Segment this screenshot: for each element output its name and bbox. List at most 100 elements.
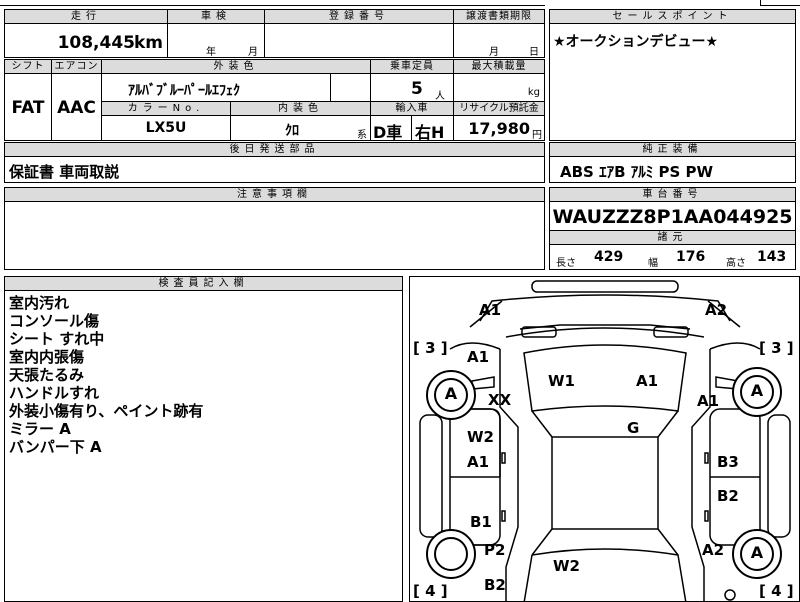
color-no-cell: LX5U [101,115,231,141]
import-cell: D車 [370,115,412,141]
exterior-cell: ｱﾙﾊﾞﾌﾞﾙｰﾊﾟｰﾙｴﾌｪｸ [101,73,331,102]
tire-tread-front-right-value: 3 [771,339,782,357]
mileage-header: 走行 [4,9,168,24]
parts-cell: 保証書 車両取説 [4,156,545,183]
registration-cell [264,23,454,58]
length-label: 長さ [556,258,576,269]
inspector-line: バンパー下 A [9,438,102,456]
inspection-month-unit: 月 [248,47,258,58]
top-cutoff-strip [0,0,545,6]
inspector-line: 天張たるみ [9,366,85,384]
ac-cell: AAC [51,73,102,141]
wheel-rear-left-rim [434,537,468,571]
tire-tread-front-left: [ 3 ] [413,339,448,357]
inspection-header: 車検 [167,9,265,24]
sales-point-cell: ★オークションデビュー★ [549,23,796,141]
wheel-rear-right-grade: A [750,543,764,562]
import-value: D車 [373,123,403,141]
capacity-value: 5 [411,79,423,99]
transfer-header: 譲渡書類期限 [453,9,545,24]
registration-header: 登録番号 [264,9,454,24]
mark-front-bumper-right: A2 [705,301,728,319]
interior-suffix: 系 [357,130,367,141]
tire-tread-rear-left-value: 4 [425,582,436,600]
mark-quarter-right: A2 [702,541,725,559]
max-load-cell: kg [453,73,545,102]
wheel-front-left-grade: A [444,384,458,403]
mark-front-door-left-w: W2 [467,428,494,446]
max-load-header: 最大積載量 [453,59,545,74]
import-header: 輸入車 [370,101,454,116]
mileage-unit: km [133,33,163,53]
dimensions-cell: 長さ 429 幅 176 高さ 143 [549,244,796,270]
equipment-text: ABS ｴｱB ｱﾙﾐ PS PW [560,163,714,181]
mark-rear-bumper-left: B2 [484,576,506,594]
mileage-cell: 108,445 km [4,23,168,58]
inspection-year-unit: 年 [206,47,216,58]
inspector-line: 外装小傷有り、ペイント跡有 [9,402,204,420]
tire-tread-front-left-value: 3 [425,339,436,357]
shift-cell: FAT [4,73,52,141]
tire-tread-rear-right-value: 4 [771,582,782,600]
length-value: 429 [594,249,624,265]
mark-front-bumper-left: A1 [479,301,502,319]
chassis-value: WAUZZZ8P1AA044925 [552,206,793,228]
width-label: 幅 [648,258,658,269]
inspector-lines: 室内汚れ コンソール傷 シート すれ中 室内内張傷 天張たるみ ハンドルすれ 外… [9,294,203,456]
wheel-rear-left [426,529,476,579]
mark-front-door-right: B3 [717,453,739,471]
color-no-value: LX5U [145,120,187,136]
mark-fender-right: A1 [697,392,720,410]
exterior-header: 外装色 [101,59,371,74]
inspector-line: 室内内張傷 [9,348,85,366]
transfer-month-unit: 月 [489,47,499,58]
recycle-value: 17,980 [468,119,530,138]
inspector-header: 検査員記入欄 [4,276,403,291]
tire-tread-rear-right: [ 4 ] [759,582,794,600]
exterior-extra-cell [330,73,371,102]
capacity-unit: 人 [435,91,445,102]
width-value: 176 [676,249,706,265]
mileage-value: 108,445 [57,33,135,53]
shift-value: FAT [11,98,45,118]
sales-point-header: セールスポイント [549,9,796,24]
car-diagram-panel: [ 3 ] [ 3 ] [ 4 ] [ 4 ] A A A A1 A2 A1 X… [409,276,800,602]
notes-header: 注意事項欄 [4,187,545,202]
wheel-rear-right: A [732,529,782,579]
inspector-line: コンソール傷 [9,312,100,330]
mark-hood-right: A1 [636,372,659,390]
chassis-header: 車台番号 [549,187,796,202]
equipment-cell: ABS ｴｱB ｱﾙﾐ PS PW [549,156,796,183]
top-cutoff-strip-right [760,0,800,6]
ac-header: エアコン [51,59,102,74]
mark-windshield: W1 [548,372,575,390]
exterior-value: ｱﾙﾊﾞﾌﾞﾙｰﾊﾟｰﾙｴﾌｪｸ [128,83,240,99]
inspection-cell: 年 月 [167,23,265,58]
mark-rear-window: W2 [553,557,580,575]
parts-text: 保証書 車両取説 [9,163,120,181]
sales-point-text: ★オークションデビュー★ [553,34,719,50]
chassis-cell: WAUZZZ8P1AA044925 [549,201,796,231]
tire-tread-rear-left: [ 4 ] [413,582,448,600]
steering-value: 右H [415,123,445,141]
ac-value: AAC [57,98,96,118]
equipment-header: 純正装備 [549,142,796,157]
recycle-cell: 17,980 円 [453,115,545,141]
capacity-header: 乗車定員 [370,59,454,74]
inspector-line: ミラー A [9,420,71,438]
interior-value: ｸﾛ [285,123,299,139]
height-value: 143 [757,249,787,265]
mark-front-door-left: A1 [467,453,490,471]
mark-fender-left: A1 [467,348,490,366]
color-no-header: カラーNo. [101,101,231,116]
inspector-line: ハンドルすれ [9,384,100,402]
interior-header: 内装色 [230,101,371,116]
transfer-day-unit: 日 [529,47,539,58]
mark-rear-door-right: B2 [717,487,739,505]
mark-rear-door-left: B1 [470,513,492,531]
shift-header: シフト [4,59,52,74]
notes-cell [4,201,545,270]
capacity-cell: 5 人 [370,73,454,102]
interior-cell: ｸﾛ 系 [230,115,371,141]
wheel-front-right-grade: A [750,381,764,400]
